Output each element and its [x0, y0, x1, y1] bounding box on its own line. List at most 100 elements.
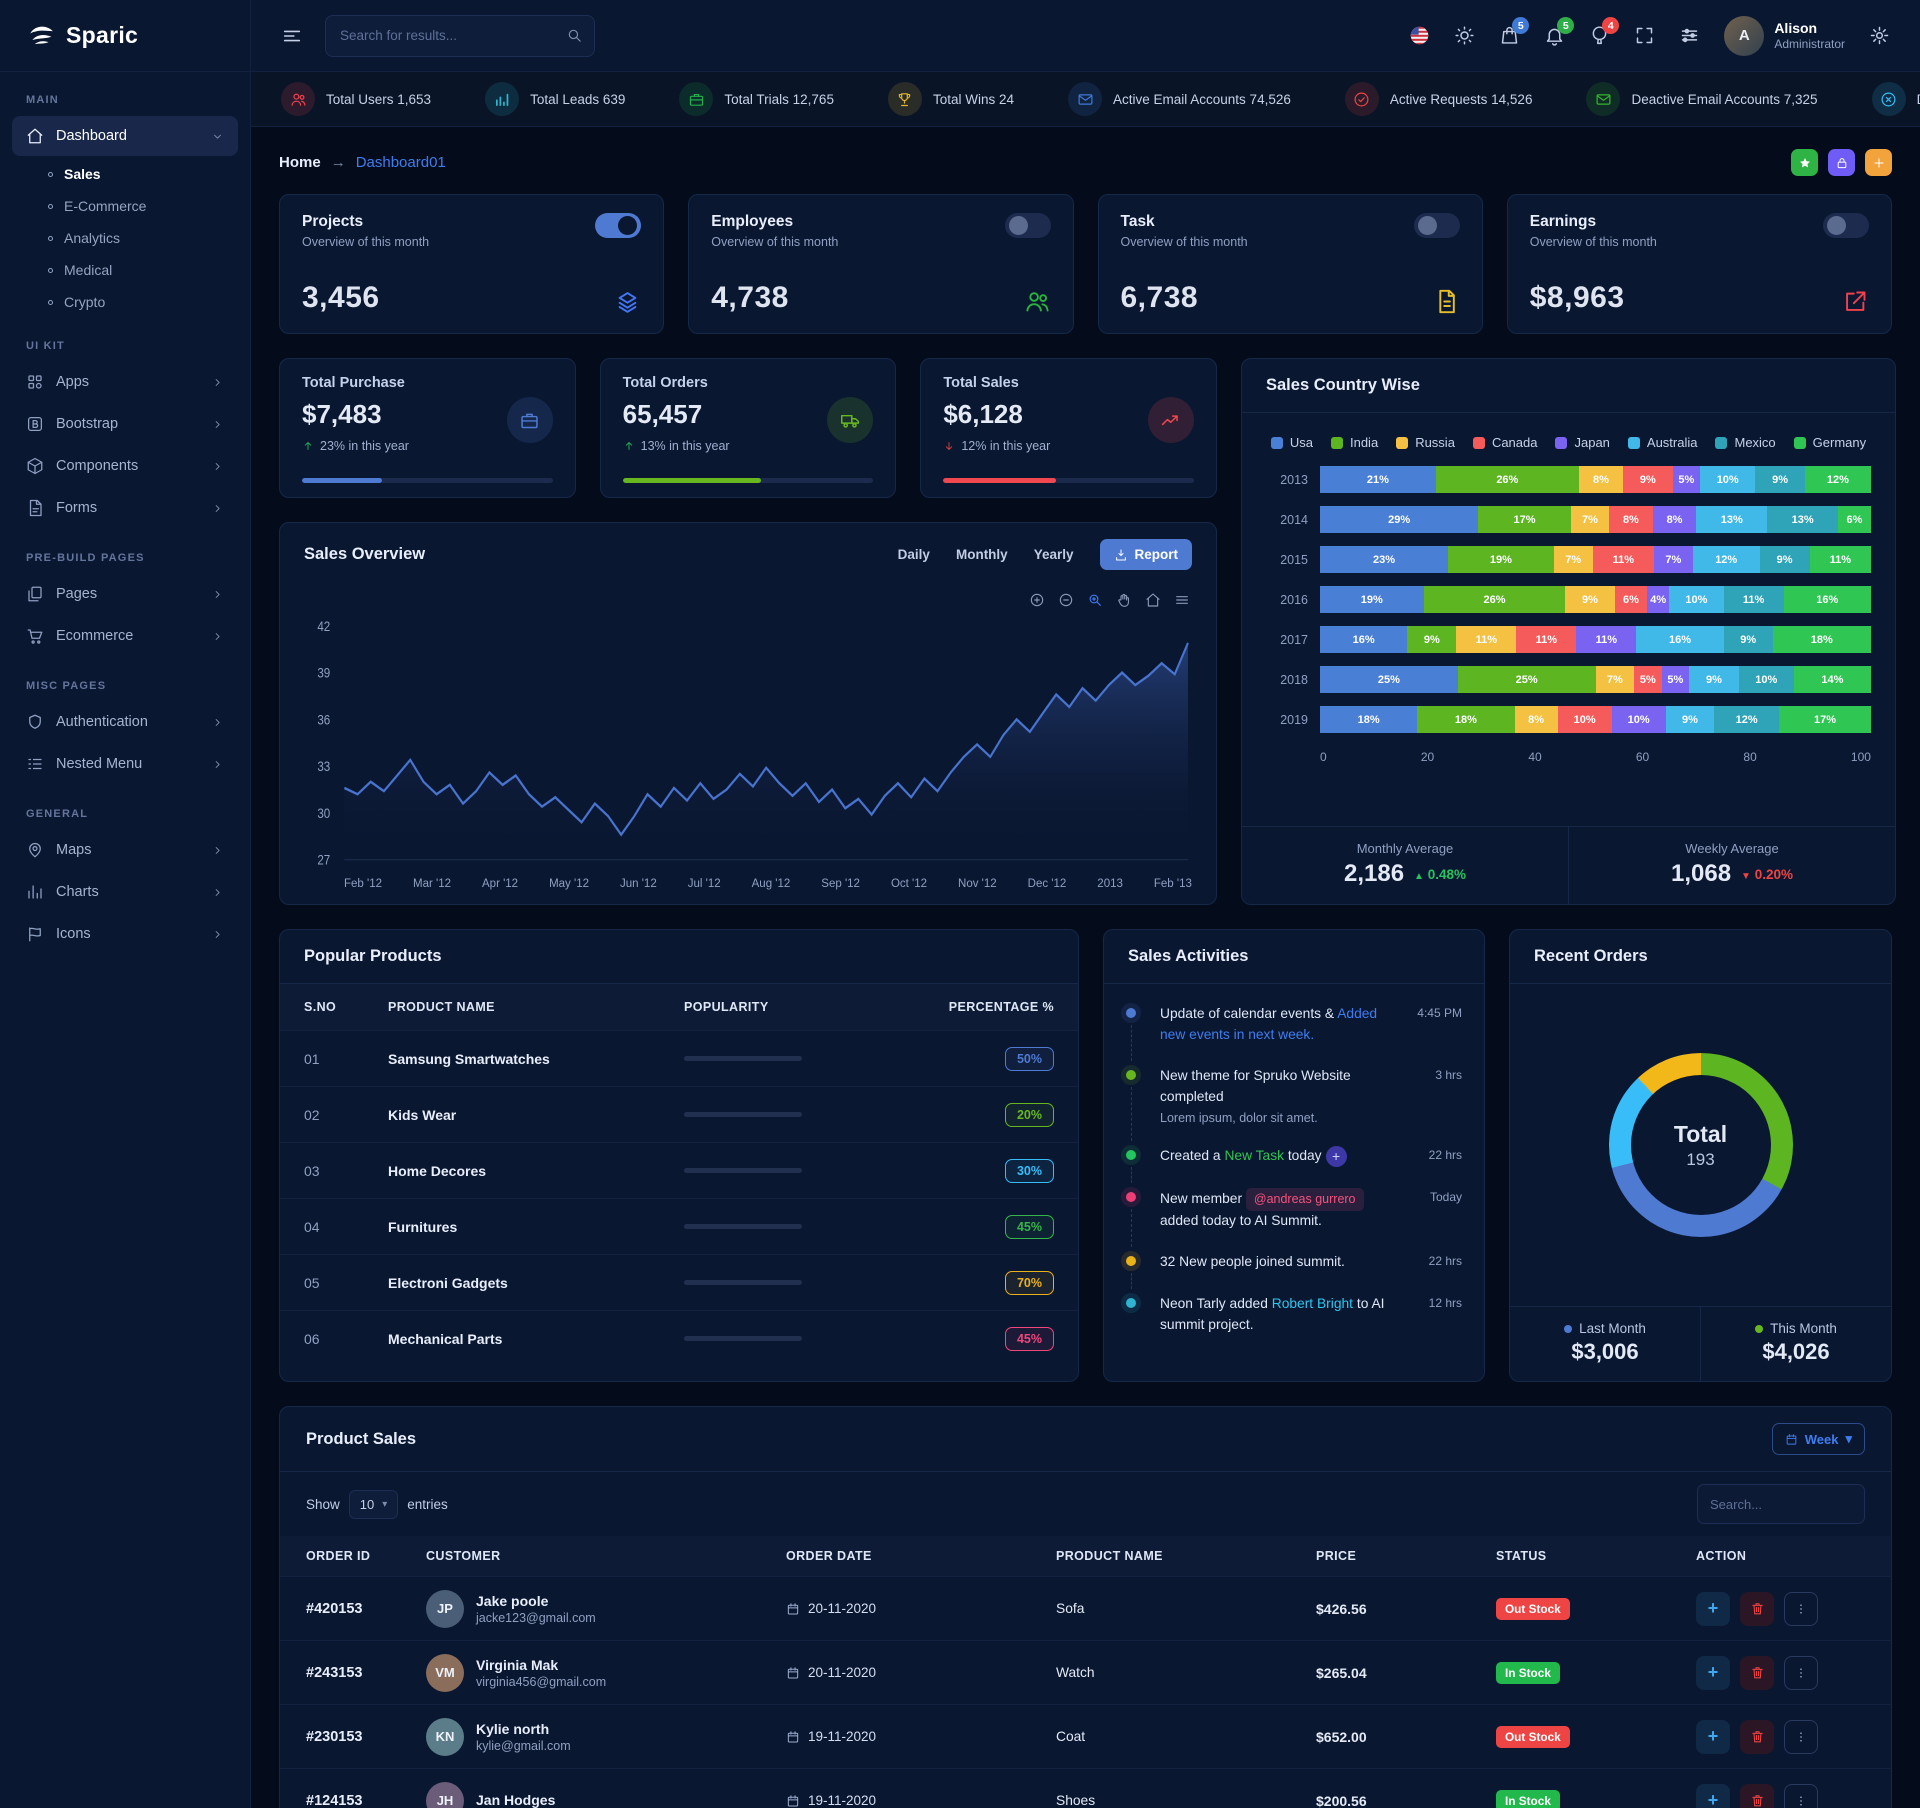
sidebar-item-bootstrap[interactable]: Bootstrap [12, 404, 238, 444]
delete-button[interactable] [1740, 1591, 1774, 1626]
delete-button[interactable] [1740, 1783, 1774, 1808]
legend-usa[interactable]: Usa [1270, 435, 1313, 450]
settings-sliders-icon[interactable] [1679, 25, 1700, 46]
add-button[interactable]: + [1696, 1655, 1730, 1690]
legend-russia[interactable]: Russia [1396, 435, 1455, 450]
zoom-in-icon[interactable] [1029, 592, 1045, 608]
sidebar-item-maps[interactable]: Maps [12, 830, 238, 870]
menu-toggle-icon[interactable] [281, 25, 303, 47]
reset-home-icon[interactable] [1145, 592, 1161, 608]
table-row-samsung-smartwatches[interactable]: 01 Samsung Smartwatches 50% [280, 1030, 1078, 1086]
toggle-task[interactable] [1413, 213, 1460, 238]
legend-japan[interactable]: Japan [1555, 435, 1610, 450]
sidebar-subitem-sales[interactable]: Sales [0, 158, 250, 190]
table-row-kids-wear[interactable]: 02 Kids Wear 20% [280, 1086, 1078, 1142]
donut-center-value: 193 [1686, 1149, 1715, 1169]
popularity-bar [684, 1056, 802, 1061]
lock-button[interactable] [1828, 149, 1855, 176]
dots-icon [1794, 1666, 1808, 1680]
brand[interactable]: Sparic [0, 0, 250, 72]
breadcrumb-home[interactable]: Home [279, 154, 321, 171]
add-button[interactable]: + [1696, 1719, 1730, 1754]
sidebar-subitem-label: Sales [64, 166, 101, 182]
sidebar-subitem-medical[interactable]: Medical [0, 254, 250, 286]
table-row-420153[interactable]: #420153 JP Jake poole jacke123@gmail.com… [280, 1576, 1891, 1640]
sidebar-item-icons[interactable]: Icons [12, 914, 238, 954]
us-flag-icon[interactable] [1409, 25, 1430, 46]
legend-canada[interactable]: Canada [1472, 435, 1537, 450]
theme-light-icon[interactable] [1454, 25, 1475, 46]
fullscreen-icon[interactable] [1634, 25, 1655, 46]
table-row-230153[interactable]: #230153 KN Kylie north kylie@gmail.com 1… [280, 1704, 1891, 1768]
table-row-home-decores[interactable]: 03 Home Decores 30% [280, 1142, 1078, 1198]
delete-button[interactable] [1740, 1655, 1774, 1690]
zoom-out-icon[interactable] [1058, 592, 1074, 608]
legend-germany[interactable]: Germany [1793, 435, 1866, 450]
ticker-item-deactive-email-accounts-7-325[interactable]: Deactive Email Accounts 7,325 [1586, 82, 1818, 116]
ticker-item-total-wins-24[interactable]: Total Wins 24 [887, 82, 1014, 116]
country-wise-title: Sales Country Wise [1266, 376, 1420, 394]
row-number: 03 [304, 1162, 320, 1179]
page-size-select[interactable]: 10 ▾ [348, 1489, 399, 1519]
tab-yearly[interactable]: Yearly [1034, 547, 1074, 562]
pan-hand-icon[interactable] [1116, 592, 1132, 608]
more-options-button[interactable] [1784, 1655, 1818, 1690]
table-row-electroni-gadgets[interactable]: 05 Electroni Gadgets 70% [280, 1254, 1078, 1310]
chart-menu-icon[interactable] [1174, 592, 1190, 608]
gear-icon[interactable] [1869, 25, 1890, 46]
legend-india[interactable]: India [1330, 435, 1378, 450]
report-button[interactable]: Report [1099, 539, 1192, 570]
search-input[interactable] [325, 14, 595, 57]
sidebar-subitem-analytics[interactable]: Analytics [0, 222, 250, 254]
tab-monthly[interactable]: Monthly [956, 547, 1008, 562]
delete-button[interactable] [1740, 1719, 1774, 1754]
toggle-projects[interactable] [595, 213, 642, 238]
legend-mexico[interactable]: Mexico [1715, 435, 1776, 450]
sidebar-item-components[interactable]: Components [12, 446, 238, 486]
more-options-button[interactable] [1784, 1783, 1818, 1808]
toggle-earnings[interactable] [1823, 213, 1869, 238]
add-button[interactable]: + [1696, 1591, 1730, 1626]
selection-zoom-icon[interactable] [1087, 592, 1103, 608]
sidebar-item-authentication[interactable]: Authentication [12, 702, 238, 742]
toggle-employees[interactable] [1004, 213, 1051, 238]
sidebar-item-nested-menu[interactable]: Nested Menu [12, 744, 238, 784]
notifications-bell-icon[interactable]: 5 [1544, 17, 1575, 46]
more-options-button[interactable] [1784, 1591, 1818, 1626]
week-dropdown-button[interactable]: Week ▾ [1771, 1423, 1865, 1455]
table-row-243153[interactable]: #243153 VM Virginia Mak virginia456@gmai… [280, 1640, 1891, 1704]
sidebar-item-ecommerce[interactable]: Ecommerce [12, 616, 238, 656]
sidebar-item-dashboard[interactable]: Dashboard [12, 116, 238, 156]
sidebar-subitem-crypto[interactable]: Crypto [0, 286, 250, 318]
user-menu[interactable]: A Alison Administrator [1724, 15, 1845, 56]
add-button[interactable]: + [1696, 1783, 1730, 1808]
table-row-124153[interactable]: #124153 JH Jan Hodges 19-11-2020 Shoes $… [280, 1768, 1891, 1808]
dashboard-icon [26, 127, 44, 145]
star-button[interactable] [1791, 149, 1818, 176]
ticker-item-total-leads-639[interactable]: Total Leads 639 [485, 82, 625, 116]
ticker-item-deactive-requests[interactable]: Deactive Requests [1871, 82, 1920, 116]
messages-balloon-icon[interactable]: 4 [1589, 17, 1620, 46]
shopping-bag-icon[interactable]: 5 [1499, 17, 1530, 46]
table-row-mechanical-parts[interactable]: 06 Mechanical Parts 45% [280, 1310, 1078, 1366]
add-task-chip[interactable]: + [1325, 1145, 1347, 1167]
bar-segment-russia: 9% [1565, 586, 1615, 613]
ticker-item-active-email-accounts-74-526[interactable]: Active Email Accounts 74,526 [1068, 82, 1291, 116]
ticker-item-active-requests-14-526[interactable]: Active Requests 14,526 [1344, 82, 1532, 116]
search-icon[interactable] [566, 27, 583, 44]
legend-australia[interactable]: Australia [1627, 435, 1697, 450]
sidebar-item-apps[interactable]: Apps [12, 362, 238, 402]
table-search-input[interactable] [1697, 1484, 1865, 1524]
ticker-item-total-users-1-653[interactable]: Total Users 1,653 [281, 82, 431, 116]
sidebar-item-charts[interactable]: Charts [12, 872, 238, 912]
table-row-furnitures[interactable]: 04 Furnitures 45% [280, 1198, 1078, 1254]
ticker-item-total-trials-12-765[interactable]: Total Trials 12,765 [679, 82, 834, 116]
sidebar-item-label: Apps [56, 374, 90, 390]
tab-daily[interactable]: Daily [898, 547, 930, 562]
mention-chip[interactable]: @andreas gurrero [1245, 1187, 1364, 1211]
add-button[interactable] [1865, 149, 1892, 176]
sidebar-item-pages[interactable]: Pages [12, 574, 238, 614]
more-options-button[interactable] [1784, 1719, 1818, 1754]
sidebar-subitem-e-commerce[interactable]: E-Commerce [0, 190, 250, 222]
sidebar-item-forms[interactable]: Forms [12, 488, 238, 528]
